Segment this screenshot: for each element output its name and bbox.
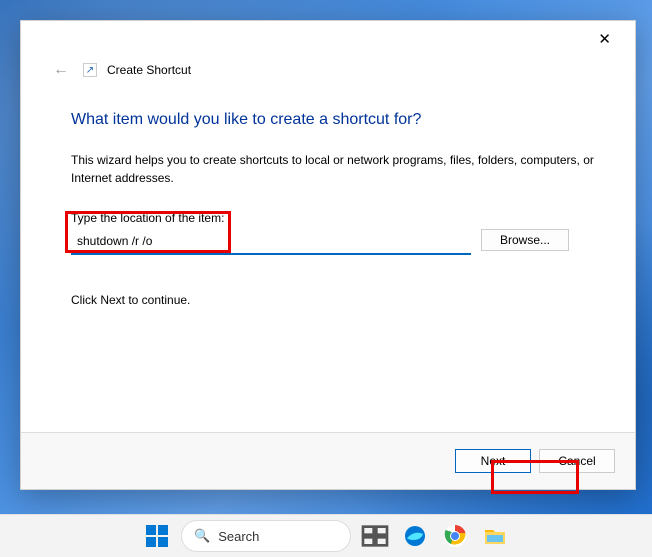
wizard-title: Create Shortcut — [107, 63, 191, 77]
file-explorer-icon[interactable] — [479, 520, 511, 552]
taskbar-search[interactable]: 🔍 Search — [181, 520, 351, 552]
close-button[interactable]: ✕ — [588, 24, 621, 54]
start-button[interactable] — [141, 520, 173, 552]
cancel-button[interactable]: Cancel — [539, 449, 615, 473]
browse-button[interactable]: Browse... — [481, 229, 569, 251]
wizard-description: This wizard helps you to create shortcut… — [71, 151, 597, 187]
edge-icon[interactable] — [399, 520, 431, 552]
search-icon: 🔍 — [194, 528, 210, 544]
continue-text: Click Next to continue. — [71, 293, 597, 307]
shortcut-icon: ↗ — [83, 63, 97, 77]
search-label: Search — [218, 529, 259, 544]
location-row: Browse... — [71, 229, 597, 255]
next-button[interactable]: Next — [455, 449, 531, 473]
create-shortcut-wizard: ✕ ← ↗ Create Shortcut What item would yo… — [20, 20, 636, 490]
wizard-content: What item would you like to create a sho… — [21, 91, 635, 432]
wizard-footer: Next Cancel — [21, 432, 635, 489]
taskbar: 🔍 Search — [0, 514, 652, 557]
wizard-header: ← ↗ Create Shortcut — [21, 57, 635, 91]
location-input[interactable] — [71, 229, 471, 255]
taskview-icon[interactable] — [359, 520, 391, 552]
location-label: Type the location of the item: — [71, 211, 597, 225]
wizard-heading: What item would you like to create a sho… — [71, 111, 597, 129]
back-arrow-icon[interactable]: ← — [49, 57, 73, 83]
chrome-icon[interactable] — [439, 520, 471, 552]
titlebar: ✕ — [21, 21, 635, 57]
